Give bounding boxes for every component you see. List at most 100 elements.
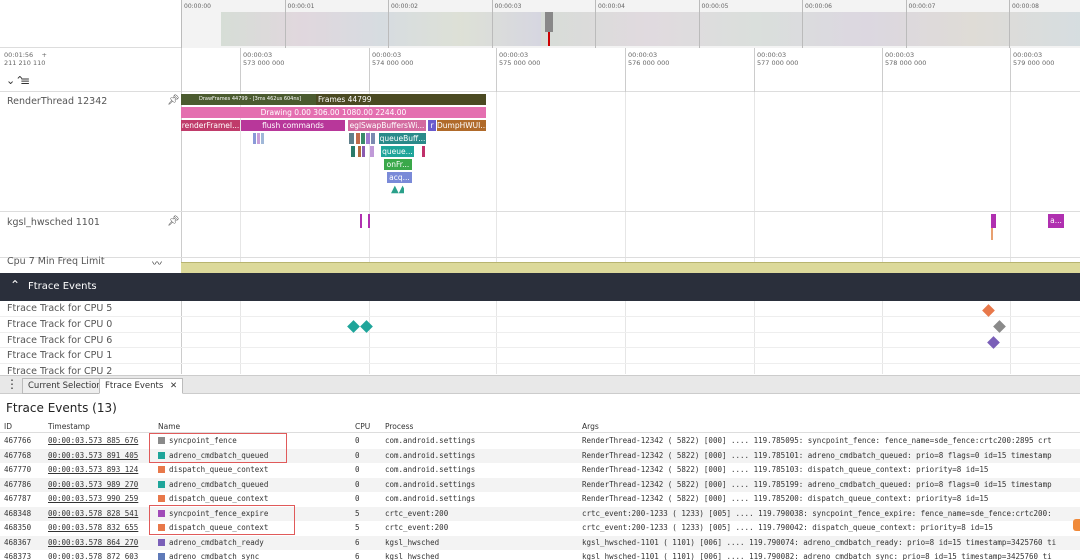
table-row[interactable]: 468367 00:00:03.578 864 270 adreno_cmdbatc… <box>0 535 1080 551</box>
kgsl-slice[interactable] <box>368 214 370 228</box>
details-tabbar: ⋮ Current Selection Ftrace Events ✕ <box>0 375 1080 394</box>
overview-tick-label: 00:00:05 <box>701 3 729 10</box>
slice-small[interactable] <box>361 133 365 144</box>
cell-args: RenderThread-12342 ( 5822) [000] .... 11… <box>582 479 1052 489</box>
kgsl-slice[interactable] <box>360 214 362 228</box>
slice-drawframes[interactable]: Frames 44799 <box>316 94 486 105</box>
cell-args: crtc_event:200-1233 ( 1233) [005] .... 1… <box>582 523 993 532</box>
slice-eglswap[interactable]: eglSwapBuffersWi... <box>348 120 426 131</box>
highlight-box <box>149 433 287 463</box>
col-process[interactable]: Process <box>385 422 413 431</box>
cell-timestamp[interactable]: 00:00:03.573 893 124 <box>48 463 138 478</box>
slice-renderframe[interactable]: renderFrameI... <box>181 120 240 131</box>
slice-small[interactable] <box>370 146 374 157</box>
close-icon[interactable]: ✕ <box>170 381 177 391</box>
ftrace-track[interactable]: Ftrace Track for CPU 5 <box>0 301 1080 317</box>
col-name[interactable]: Name <box>158 422 180 431</box>
slice-queuebuff[interactable]: queueBuff... <box>379 133 426 144</box>
slice-small[interactable] <box>371 133 375 144</box>
table-row[interactable]: 467770 00:00:03.573 893 124 dispatch_queue… <box>0 463 1080 478</box>
ftrace-track[interactable]: Ftrace Track for CPU 0 <box>0 317 1080 333</box>
col-timestamp[interactable]: Timestamp <box>48 422 90 431</box>
slice-onfr[interactable]: onFr... <box>384 159 412 170</box>
cell-process: com.android.settings <box>385 479 476 489</box>
chevron-up-icon[interactable]: ⌃ <box>10 278 20 292</box>
kgsl-slice[interactable] <box>991 228 993 240</box>
ftrace-tracks[interactable]: Ftrace Track for CPU 5 Ftrace Track for C… <box>0 301 1080 374</box>
pin-icon[interactable]: 📌︎ <box>167 95 180 106</box>
slice-queue[interactable]: queue... <box>381 146 414 157</box>
track-renderthread[interactable]: RenderThread 12342 📌︎ DrawFrames 44799 -… <box>0 92 1080 212</box>
cell-timestamp[interactable]: 00:00:03.578 864 270 <box>48 536 138 551</box>
cell-cpu: 5 <box>355 508 360 518</box>
track-title: Ftrace Track for CPU 0 <box>7 318 113 330</box>
pin-icon[interactable]: 📌︎ <box>167 216 180 227</box>
cell-id: 468367 <box>4 537 32 547</box>
cell-id: 467768 <box>4 450 32 460</box>
slice-small[interactable] <box>257 133 260 144</box>
ftrace-track[interactable]: Ftrace Track for CPU 1 <box>0 348 1080 365</box>
cell-name: dispatch_queue_context <box>158 463 268 478</box>
col-cpu[interactable]: CPU <box>355 422 370 431</box>
highlight-box <box>149 505 295 535</box>
slice-small[interactable] <box>356 133 360 144</box>
cell-args: RenderThread-12342 ( 5822) [000] .... 11… <box>582 450 1052 460</box>
cell-timestamp[interactable]: 00:00:03.573 885 676 <box>48 434 138 449</box>
slice-acq[interactable]: acq... <box>387 172 412 183</box>
tick-time: 00:00:03 <box>885 51 915 59</box>
event-name: dispatch_queue_context <box>169 465 269 474</box>
slice-small[interactable] <box>422 146 425 157</box>
kgsl-slice-a[interactable]: a... <box>1048 214 1064 228</box>
time-tick-label: 00:00:03 579 000 000 <box>1010 51 1054 67</box>
cell-process: com.android.settings <box>385 450 476 460</box>
slice-small[interactable] <box>366 133 370 144</box>
kebab-menu-icon[interactable]: ⋮ <box>6 377 18 391</box>
cell-process: com.android.settings <box>385 436 476 445</box>
freq-area <box>181 262 1080 273</box>
slice-flush[interactable]: flush commands <box>241 120 345 131</box>
cell-timestamp[interactable]: 00:00:03.578 872 603 <box>48 550 138 560</box>
cell-timestamp[interactable]: 00:00:03.578 828 541 <box>48 507 138 522</box>
ftrace-track[interactable]: Ftrace Track for CPU 2 <box>0 364 1080 374</box>
table-row[interactable]: 467786 00:00:03.573 989 270 adreno_cmdbatc… <box>0 477 1080 493</box>
overview-cursor <box>548 32 550 46</box>
slice-r[interactable]: r <box>428 120 436 131</box>
overview-area[interactable] <box>181 0 1080 48</box>
timeline-overview[interactable]: 00:00:00 00:00:01 00:00:02 00:00:03 00:00:04… <box>0 0 1080 48</box>
slice-small[interactable] <box>351 146 355 157</box>
slice-drawframes-label[interactable]: DrawFrames 44799 - [3ms 462us 604ns] <box>181 94 316 105</box>
tick-sub: 573 000 000 <box>243 59 285 67</box>
ftrace-track[interactable]: Ftrace Track for CPU 6 <box>0 333 1080 349</box>
slice-small[interactable] <box>362 146 365 157</box>
tick-sub: 574 000 000 <box>372 59 414 67</box>
track-cpu7-min-freq[interactable]: Cpu 7 Min Freq Limit 〰 <box>0 255 1080 273</box>
slice-dumphwui[interactable]: DumpHWUI... <box>437 120 486 131</box>
sort-icon[interactable]: ≡ <box>20 74 30 88</box>
track-title: Ftrace Track for CPU 5 <box>7 303 113 314</box>
tab-current-selection[interactable]: Current Selection <box>22 378 108 394</box>
tab-ftrace-events[interactable]: Ftrace Events ✕ <box>99 378 184 394</box>
cell-timestamp[interactable]: 00:00:03.573 891 405 <box>48 449 138 464</box>
slice-small[interactable] <box>253 133 256 144</box>
trend-icon[interactable]: 〰 <box>152 255 162 270</box>
ftrace-group-header[interactable]: ⌃ Ftrace Events <box>0 273 1080 301</box>
slice-small[interactable] <box>349 133 354 144</box>
cell-timestamp[interactable]: 00:00:03.573 989 270 <box>48 478 138 493</box>
table-row[interactable]: 468373 00:00:03.578 872 603 adreno_cmdbatc… <box>0 550 1080 560</box>
cell-cpu: 0 <box>355 494 360 503</box>
slice-small[interactable] <box>358 146 361 157</box>
cell-timestamp[interactable]: 00:00:03.578 832 655 <box>48 521 138 536</box>
cell-timestamp[interactable]: 00:00:03.573 990 259 <box>48 492 138 507</box>
time-tick-label: 00:00:03 578 000 000 <box>882 51 926 67</box>
slice-drawing[interactable]: Drawing 0.00 306.00 1080.00 2244.00 <box>181 107 486 118</box>
event-name: dispatch_queue_context <box>169 494 269 503</box>
slice-small[interactable] <box>261 133 264 144</box>
time-axis[interactable]: 00:01:56 + 211 210 110 ⌄⌃ ≡ 00:00:03 573 … <box>0 48 1080 92</box>
kgsl-slice[interactable] <box>991 214 996 228</box>
col-id[interactable]: ID <box>4 422 12 431</box>
cell-cpu: 5 <box>355 523 360 532</box>
track-title: RenderThread 12342 <box>7 96 108 107</box>
track-kgsl[interactable]: kgsl_hwsched 1101 📌︎ a... <box>0 212 1080 258</box>
time-tick-label: 00:00:03 573 000 000 <box>240 51 284 67</box>
col-args[interactable]: Args <box>582 422 599 431</box>
